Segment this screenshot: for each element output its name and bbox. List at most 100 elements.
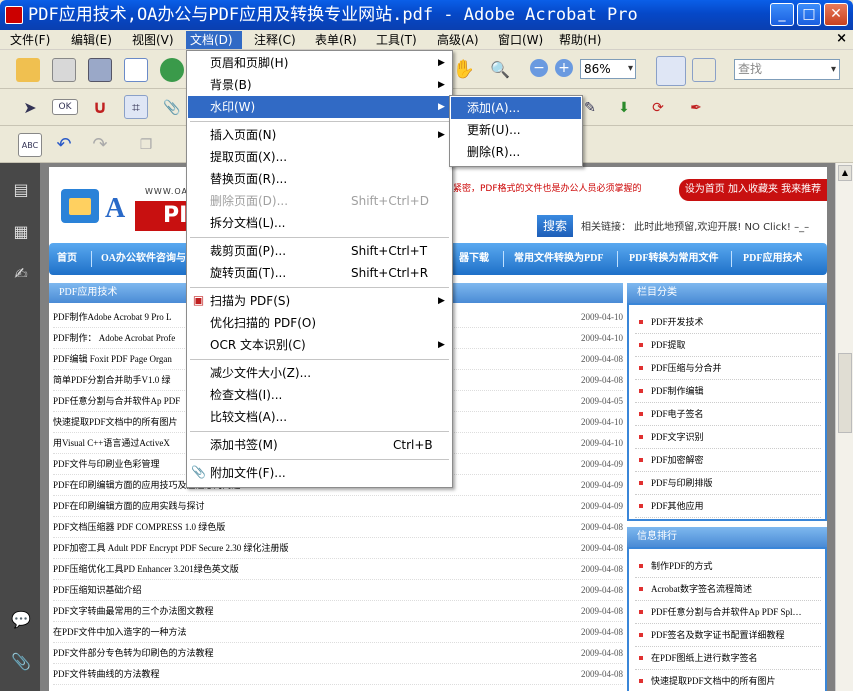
- list-item[interactable]: PDF文字转曲最常用的三个办法图文教程 2009-04-08: [53, 601, 623, 622]
- ranking-item[interactable]: Acrobat数字签名流程简述: [635, 578, 821, 601]
- nav-home[interactable]: 首页: [57, 243, 77, 275]
- category-item[interactable]: PDF提取: [635, 334, 821, 357]
- category-item[interactable]: PDF压缩与分合并: [635, 357, 821, 380]
- scroll-thumb[interactable]: [838, 353, 852, 433]
- ranking-item[interactable]: PDF签名及数字证书配置详细教程: [635, 624, 821, 647]
- minimize-button[interactable]: _: [770, 3, 794, 26]
- category-item[interactable]: PDF与印刷排版: [635, 472, 821, 495]
- menu-item-watermark[interactable]: 水印(W) ▶: [188, 96, 451, 118]
- category-item[interactable]: PDF加密解密: [635, 449, 821, 472]
- submenu-item-remove[interactable]: 删除(R)...: [451, 141, 581, 163]
- ranking-item[interactable]: 制作PDF的方式: [635, 555, 821, 578]
- menu-item-rotate-pages[interactable]: 旋转页面(T)... Shift+Ctrl+R: [188, 262, 451, 284]
- menu-item-replace-pages[interactable]: 替换页面(R)...: [188, 168, 451, 190]
- menu-item-crop-pages[interactable]: 裁剪页面(P)... Shift+Ctrl+T: [188, 240, 451, 262]
- nav-downloads[interactable]: 器下载: [459, 243, 489, 275]
- pages-icon[interactable]: ▤: [10, 179, 32, 201]
- menu-item-extract-pages[interactable]: 提取页面(X)...: [188, 146, 451, 168]
- pdf-convert-icon[interactable]: ⟳: [646, 96, 670, 120]
- category-item[interactable]: PDF开发技术: [635, 311, 821, 334]
- vertical-scrollbar[interactable]: ▲: [835, 163, 853, 691]
- list-item[interactable]: PDF文件转曲线的方法教程 2009-04-08: [53, 664, 623, 685]
- maximize-button[interactable]: □: [797, 3, 821, 26]
- spellcheck-icon[interactable]: ABC: [18, 133, 42, 157]
- list-item[interactable]: 在PDF文件中加入造字的一种方法 2009-04-08: [53, 622, 623, 643]
- nav-from-pdf[interactable]: PDF转换为常用文件: [629, 243, 718, 275]
- fit-width-icon[interactable]: [656, 56, 686, 86]
- paperclip-tool-icon[interactable]: 📎: [160, 96, 184, 120]
- download-icon[interactable]: ⬇: [612, 96, 636, 120]
- menu-item-delete-pages[interactable]: 删除页面(D)... Shift+Ctrl+D: [188, 190, 451, 212]
- ok-button-icon[interactable]: OK: [52, 99, 78, 115]
- menu-item-add-bookmark[interactable]: 添加书签(M) Ctrl+B: [188, 434, 451, 456]
- menu-item-examine-document[interactable]: 检查文档(I)...: [188, 384, 451, 406]
- ranking-item[interactable]: PDF任意分割与合并软件Ap PDF Spl…: [635, 601, 821, 624]
- folder-icon[interactable]: [16, 58, 40, 82]
- menu-item-compare-documents[interactable]: 比较文档(A)...: [188, 406, 451, 428]
- menu-document[interactable]: 文档(D): [186, 31, 242, 49]
- submenu-item-update[interactable]: 更新(U)...: [451, 119, 581, 141]
- undo-icon[interactable]: ↶: [52, 133, 76, 157]
- submenu-item-add[interactable]: 添加(A)...: [451, 97, 581, 119]
- signatures-icon[interactable]: ✍: [10, 263, 32, 285]
- menu-window[interactable]: 窗口(W): [494, 31, 547, 49]
- search-input[interactable]: 查找: [734, 59, 840, 80]
- list-item[interactable]: PDF在印刷编辑方面的应用实践与探讨 2009-04-09: [53, 496, 623, 517]
- fit-page-icon[interactable]: [692, 58, 716, 82]
- menu-item-reduce-file-size[interactable]: 减少文件大小(Z)...: [188, 362, 451, 384]
- menu-item-insert-pages[interactable]: 插入页面(N) ▶: [188, 124, 451, 146]
- nav-oa-software[interactable]: OA办公软件咨询与: [101, 243, 186, 275]
- favorite-links[interactable]: 设为首页 加入收藏夹 我来推荐: [679, 179, 827, 201]
- menu-item-ocr[interactable]: OCR 文本识别(C) ▶: [188, 334, 451, 356]
- printer-icon[interactable]: [52, 58, 76, 82]
- menu-item-background[interactable]: 背景(B) ▶: [188, 74, 451, 96]
- mail-icon[interactable]: [124, 58, 148, 82]
- zoom-in-icon[interactable]: +: [555, 59, 573, 77]
- select-arrow-icon[interactable]: ➤: [18, 96, 42, 120]
- list-item[interactable]: PDF加密工具 Adult PDF Encrypt PDF Secure 2.3…: [53, 538, 623, 559]
- menu-help[interactable]: 帮助(H): [555, 31, 605, 49]
- menu-tools[interactable]: 工具(T): [372, 31, 421, 49]
- bookmarks-icon[interactable]: ▦: [10, 221, 32, 243]
- link-tool-icon[interactable]: ∪: [88, 96, 112, 120]
- ranking-item[interactable]: 快速提取PDF文档中的所有图片: [635, 670, 821, 691]
- scroll-up-icon[interactable]: ▲: [838, 165, 852, 181]
- menu-item-split-document[interactable]: 拆分文档(L)...: [188, 212, 451, 234]
- magnifier-icon[interactable]: 🔍: [488, 58, 512, 82]
- copy-icon[interactable]: ❐: [134, 133, 158, 157]
- menu-item-header-footer[interactable]: 页眉和页脚(H) ▶: [188, 52, 451, 74]
- list-item[interactable]: PDF文档压缩器 PDF COMPRESS 1.0 绿色版 2009-04-08: [53, 517, 623, 538]
- menu-file[interactable]: 文件(F): [6, 31, 54, 49]
- list-item[interactable]: PDF文件部分专色转为印刷色的方法教程 2009-04-08: [53, 643, 623, 664]
- menu-item-optimize-scanned-pdf[interactable]: 优化扫描的 PDF(O): [188, 312, 451, 334]
- menu-item-attach-file[interactable]: 📎 附加文件(F)...: [188, 462, 451, 484]
- site-search-button[interactable]: 搜索: [537, 215, 573, 237]
- hand-icon[interactable]: ✋: [452, 58, 476, 82]
- menu-advanced[interactable]: 高级(A): [433, 31, 483, 49]
- crop-icon[interactable]: ⌗: [124, 95, 148, 119]
- document-close-icon[interactable]: ×: [836, 31, 847, 46]
- menu-forms[interactable]: 表单(R): [311, 31, 361, 49]
- disk-icon[interactable]: [88, 58, 112, 82]
- ranking-item[interactable]: 在PDF图纸上进行数字签名: [635, 647, 821, 670]
- nav-pdf-tech[interactable]: PDF应用技术: [743, 243, 802, 275]
- nav-to-pdf[interactable]: 常用文件转换为PDF: [514, 243, 603, 275]
- menu-comments[interactable]: 注释(C): [250, 31, 300, 49]
- list-item[interactable]: PDF压缩优化工具PD Enhancer 3.201绿色英文版 2009-04-0…: [53, 559, 623, 580]
- category-item[interactable]: PDF电子签名: [635, 403, 821, 426]
- category-item[interactable]: PDF其他应用: [635, 495, 821, 518]
- list-item[interactable]: PDF压缩知识基础介绍 2009-04-08: [53, 580, 623, 601]
- sign-icon[interactable]: ✒: [684, 96, 708, 120]
- category-item[interactable]: PDF制作编辑: [635, 380, 821, 403]
- menu-edit[interactable]: 编辑(E): [67, 31, 116, 49]
- redo-icon[interactable]: ↷: [88, 133, 112, 157]
- globe-icon[interactable]: [160, 58, 184, 82]
- menu-item-scan-to-pdf[interactable]: ▣ 扫描为 PDF(S) ▶: [188, 290, 451, 312]
- attachments-icon[interactable]: 📎: [10, 651, 32, 673]
- close-button[interactable]: ✕: [824, 3, 848, 26]
- menu-view[interactable]: 视图(V): [128, 31, 178, 49]
- zoom-level-field[interactable]: 86%: [580, 59, 636, 79]
- zoom-out-icon[interactable]: −: [530, 59, 548, 77]
- comments-icon[interactable]: 💬: [10, 609, 32, 631]
- category-item[interactable]: PDF文字识别: [635, 426, 821, 449]
